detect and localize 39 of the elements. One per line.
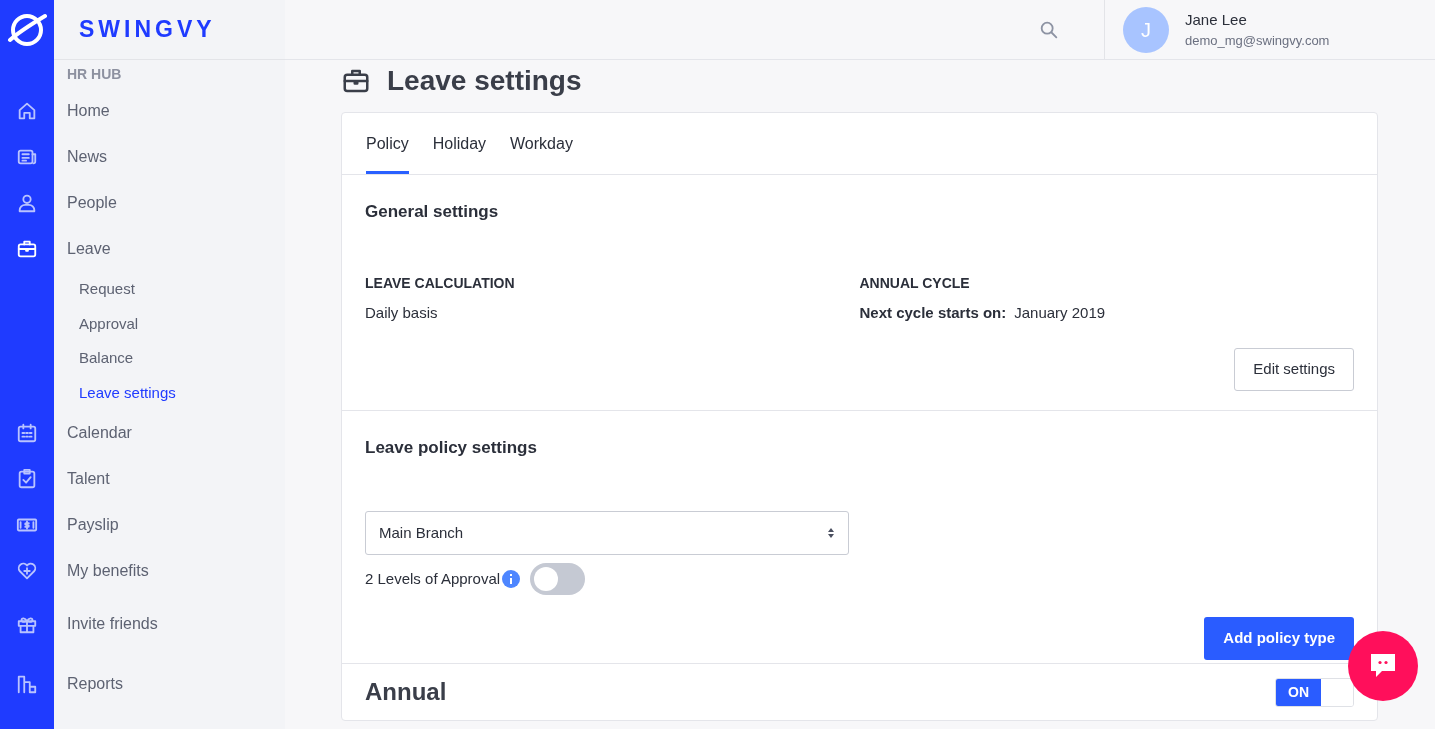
- sidebar-item[interactable]: My benefits: [67, 559, 149, 583]
- sidebar-item[interactable]: Invite friends: [67, 612, 158, 636]
- sidebar-item[interactable]: Talent: [67, 467, 110, 491]
- brand-name: SWINGVY: [78, 15, 216, 45]
- section-title: General settings: [365, 201, 500, 223]
- field-label: ANNUAL CYCLE: [859, 273, 971, 293]
- section-heading: HR HUB: [67, 64, 122, 84]
- sidebar-item[interactable]: Home: [67, 99, 110, 123]
- field-label: Next cycle starts on:: [859, 302, 1007, 323]
- sidebar-subitem[interactable]: Balance: [67, 347, 134, 370]
- page-title: Leave settings: [387, 64, 582, 98]
- add-policy-type-button[interactable]: Add policy type: [1204, 617, 1354, 660]
- approval-label: 2 Levels of Approval: [365, 568, 501, 589]
- policy-name: Annual: [365, 677, 447, 707]
- tab[interactable]: Workday: [510, 113, 573, 174]
- sort-caret-icon: [827, 526, 835, 539]
- tab[interactable]: Policy: [366, 113, 409, 174]
- tab[interactable]: Holiday: [432, 113, 487, 174]
- user-name: Jane Lee: [1185, 9, 1248, 30]
- approval-toggle[interactable]: [530, 563, 586, 595]
- policy-toggle[interactable]: ON: [1275, 677, 1354, 707]
- sidebar-item[interactable]: People: [67, 191, 117, 215]
- field-value: Daily basis: [365, 302, 438, 323]
- sidebar-item[interactable]: News: [67, 145, 107, 169]
- info-icon[interactable]: [502, 570, 521, 588]
- branch-select[interactable]: Main Branch: [365, 510, 849, 555]
- field-value: January 2019: [1014, 302, 1106, 323]
- sidebar-item[interactable]: Payslip: [67, 513, 119, 537]
- section-title: Leave policy settings: [365, 437, 538, 459]
- sidebar-subitem[interactable]: Leave settings: [67, 381, 176, 404]
- user-email: demo_mg@swingvy.com: [1185, 32, 1330, 50]
- sidebar-item[interactable]: Calendar: [67, 421, 132, 445]
- avatar: J: [1123, 6, 1169, 53]
- sidebar-subitem[interactable]: Approval: [67, 312, 139, 335]
- sidebar-item[interactable]: Reports: [67, 672, 124, 696]
- field-label: LEAVE CALCULATION: [365, 273, 516, 293]
- edit-settings-button[interactable]: Edit settings: [1234, 348, 1354, 391]
- sidebar-item[interactable]: Leave: [67, 237, 111, 261]
- sidebar-subitem[interactable]: Request: [67, 278, 135, 301]
